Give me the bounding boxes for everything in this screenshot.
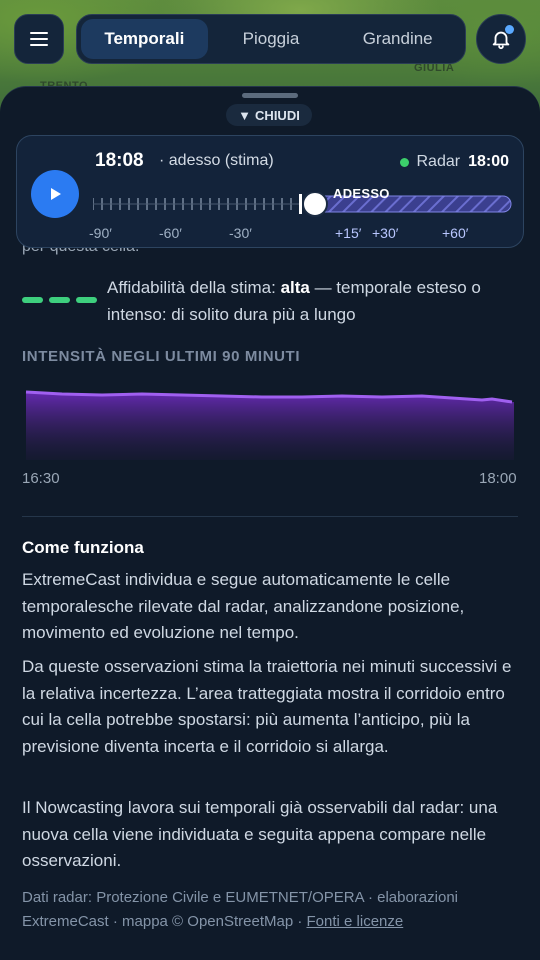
now-marker-label: ADESSO <box>333 186 390 201</box>
radar-status: Radar 18:00 <box>399 153 509 171</box>
timeline-slider[interactable] <box>93 192 513 222</box>
play-button[interactable] <box>31 170 79 218</box>
slider-thumb <box>302 192 328 217</box>
menu-button[interactable] <box>14 14 64 64</box>
how-it-works-title: Come funziona <box>22 538 144 557</box>
radar-time: 18:00 <box>468 153 509 170</box>
reliability-indicator <box>22 297 97 303</box>
close-label: CHIUDI <box>255 107 300 123</box>
intensity-end-label: 18:00 <box>479 470 517 487</box>
reliability-bar <box>76 297 97 303</box>
reliability-bar <box>22 297 43 303</box>
radar-status-dot <box>399 157 409 167</box>
tick-label: +15′ <box>335 225 362 241</box>
timeline-card: 18:08 · adesso (stima) Radar 18:00 ADESS… <box>16 135 524 248</box>
intensity-chart <box>25 390 514 460</box>
how-paragraph-3: Il Nowcasting lavora sui temporali già o… <box>22 798 498 870</box>
tick-label: +30′ <box>372 225 399 241</box>
tick-label: -90′ <box>89 225 112 241</box>
close-sheet-button[interactable]: ▼ CHIUDI <box>226 104 312 126</box>
play-icon <box>51 188 61 200</box>
reliability-bar <box>49 297 70 303</box>
hamburger-icon <box>30 32 48 46</box>
tick-label: -30′ <box>229 225 252 241</box>
tab-grandine[interactable]: Grandine <box>334 19 461 59</box>
layer-tabs: Temporali Pioggia Grandine <box>76 14 466 64</box>
sources-licenses-link[interactable]: Fonti e licenze <box>307 913 404 930</box>
reliability-value: alta <box>280 278 310 297</box>
reliability-text: Affidabilità della stima: alta — tempora… <box>107 274 525 328</box>
divider <box>22 516 518 517</box>
radar-label: Radar <box>416 153 461 170</box>
intensity-start-label: 16:30 <box>22 470 60 487</box>
tick-label: +60′ <box>442 225 469 241</box>
tab-pioggia[interactable]: Pioggia <box>208 19 335 59</box>
tab-temporali[interactable]: Temporali <box>81 19 208 59</box>
intensity-area <box>26 392 514 460</box>
now-bar <box>299 194 302 214</box>
intensity-title: INTENSITÀ NEGLI ULTIMI 90 MINUTI <box>22 348 301 365</box>
how-paragraph-1: ExtremeCast individua e segue automatica… <box>22 570 465 642</box>
time-note: · adesso (stima) <box>159 152 274 169</box>
current-time: 18:08 <box>95 150 144 171</box>
notification-badge <box>505 25 514 34</box>
tick-label: -60′ <box>159 225 182 241</box>
notifications-button[interactable] <box>476 14 526 64</box>
attribution-footer: Dati radar: Protezione Civile e EUMETNET… <box>22 886 522 934</box>
timeline-ticks <box>93 198 299 210</box>
how-paragraph-2: Da queste osservazioni stima la traietto… <box>22 657 512 756</box>
triangle-down-icon: ▼ <box>238 107 252 123</box>
reliability-prefix: Affidabilità della stima: <box>107 278 281 297</box>
sheet-drag-handle[interactable] <box>242 93 298 98</box>
